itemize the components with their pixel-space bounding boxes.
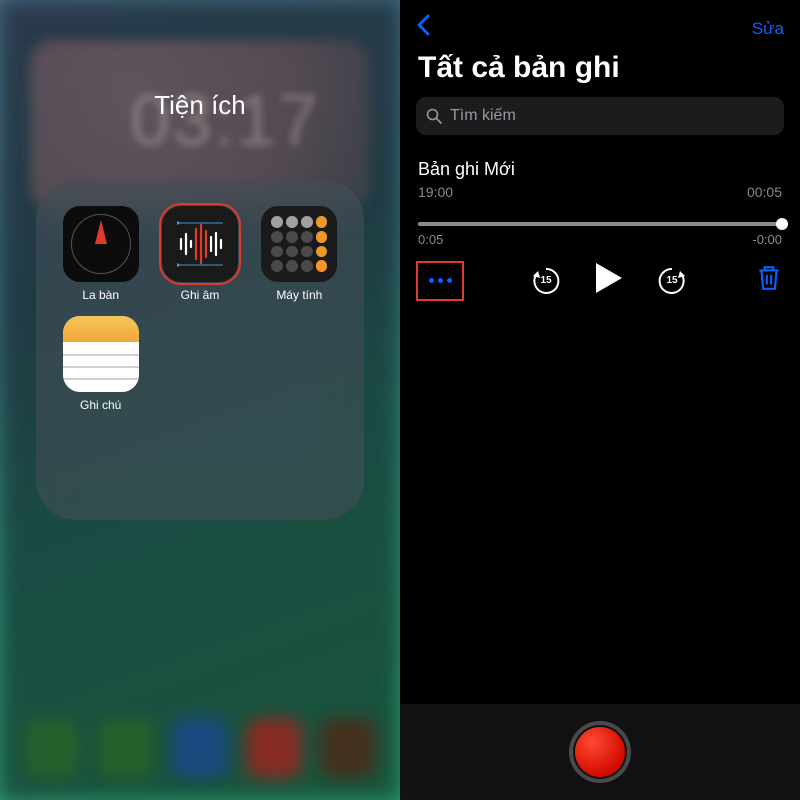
dock-app-blur — [320, 718, 376, 778]
search-placeholder: Tìm kiếm — [450, 107, 516, 125]
playback-times: 0:05 -0:00 — [400, 230, 800, 249]
time-elapsed: 0:05 — [418, 232, 443, 247]
folder-title: Tiện ích — [0, 90, 400, 121]
calculator-icon — [261, 206, 337, 282]
notes-icon — [63, 316, 139, 392]
center-controls: 15 15 — [530, 261, 688, 300]
home-screen: 03:17 Tiện ích La bàn — [0, 0, 400, 800]
voice-memos-app: Sửa Tất cả bản ghi Tìm kiếm Bản ghi Mới … — [400, 0, 800, 800]
app-grid: La bàn — [60, 206, 340, 412]
app-label: La bàn — [82, 288, 119, 302]
more-options-button[interactable] — [418, 263, 462, 299]
app-voice-memos[interactable]: Ghi âm — [159, 206, 240, 302]
ellipsis-icon — [438, 278, 443, 283]
play-button[interactable] — [592, 261, 626, 300]
app-label: Ghi chú — [80, 398, 121, 412]
playback-slider[interactable] — [418, 222, 782, 226]
search-icon — [426, 108, 442, 124]
record-button[interactable] — [569, 721, 631, 783]
search-input[interactable]: Tìm kiếm — [416, 97, 784, 135]
play-icon — [592, 261, 626, 295]
app-compass[interactable]: La bàn — [60, 206, 141, 302]
voice-memos-icon — [162, 206, 238, 282]
skip-back-button[interactable]: 15 — [530, 265, 562, 297]
dock-app-blur — [98, 718, 154, 778]
chevron-left-icon — [416, 14, 430, 36]
recording-timestamp: 19:00 — [418, 184, 453, 200]
skip-seconds: 15 — [530, 265, 562, 297]
app-calculator[interactable]: Máy tính — [259, 206, 340, 302]
app-folder: La bàn — [36, 180, 364, 520]
app-label: Máy tính — [276, 288, 322, 302]
app-label: Ghi âm — [181, 288, 220, 302]
playback-controls: 15 15 — [400, 249, 800, 300]
ellipsis-icon — [447, 278, 452, 283]
dock-blur — [0, 700, 400, 800]
record-bar — [400, 704, 800, 800]
edit-button[interactable]: Sửa — [752, 19, 784, 39]
slider-fill — [418, 222, 782, 226]
skip-seconds: 15 — [656, 265, 688, 297]
time-remaining: -0:00 — [752, 232, 782, 247]
trash-icon — [756, 264, 782, 292]
recording-duration: 00:05 — [747, 184, 782, 200]
page-title: Tất cả bản ghi — [400, 47, 800, 97]
ellipsis-icon — [429, 278, 434, 283]
dock-app-blur — [24, 718, 80, 778]
dock-app-blur — [172, 718, 228, 778]
back-button[interactable] — [416, 14, 430, 43]
slider-knob[interactable] — [776, 218, 788, 230]
compass-icon — [63, 206, 139, 282]
delete-button[interactable] — [756, 264, 782, 297]
recording-item[interactable]: Bản ghi Mới 19:00 00:05 — [400, 135, 800, 200]
app-notes[interactable]: Ghi chú — [60, 316, 141, 412]
skip-forward-button[interactable]: 15 — [656, 265, 688, 297]
dock-app-blur — [246, 718, 302, 778]
nav-bar: Sửa — [400, 0, 800, 47]
waveform-icon — [175, 219, 225, 269]
recording-title: Bản ghi Mới — [418, 159, 782, 180]
